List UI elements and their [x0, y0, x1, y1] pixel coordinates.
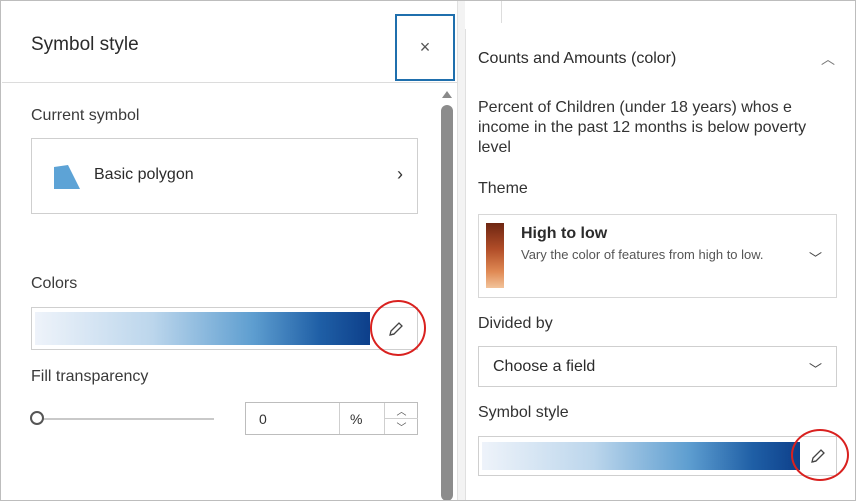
current-symbol-label: Current symbol: [31, 107, 140, 124]
panel-header: Symbol style ×: [2, 2, 457, 83]
current-symbol-name: Basic polygon: [94, 166, 194, 183]
chevron-down-icon[interactable]: ﹀: [385, 419, 418, 434]
scrollbar[interactable]: [441, 91, 453, 500]
theme-select[interactable]: High to low Vary the color of features f…: [478, 214, 837, 298]
panel-title: Symbol style: [31, 34, 139, 55]
fill-transparency-label: Fill transparency: [31, 368, 149, 385]
polygon-icon: [54, 165, 80, 189]
chevron-right-icon: ›: [397, 164, 403, 184]
transparency-value[interactable]: 0: [259, 411, 267, 427]
color-ramp-field[interactable]: [31, 307, 418, 350]
chevron-up-icon[interactable]: ︿: [385, 403, 418, 419]
chevron-up-icon[interactable]: ︿: [821, 49, 835, 69]
transparency-input[interactable]: 0 % ︿ ﹀: [245, 402, 418, 435]
section-title: Counts and Amounts (color): [478, 50, 677, 67]
percent-unit: %: [350, 411, 363, 427]
app-frame: Symbol style × Current symbol Basic poly…: [0, 0, 856, 501]
symbol-style-ramp[interactable]: [478, 436, 837, 476]
symbol-style-panel: Symbol style × Current symbol Basic poly…: [2, 2, 457, 500]
highlight-circle: [791, 429, 849, 481]
transparency-slider-track[interactable]: [39, 418, 214, 420]
chevron-down-icon: ﹀: [808, 251, 822, 266]
highlight-circle: [370, 300, 426, 356]
divided-by-label: Divided by: [478, 315, 553, 332]
symbol-style-label: Symbol style: [478, 404, 569, 421]
colors-label: Colors: [31, 275, 78, 292]
top-strip: [465, 1, 855, 29]
scrollbar-thumb[interactable]: [441, 105, 453, 500]
theme-swatch: [486, 223, 504, 288]
chevron-down-icon: ﹀: [808, 362, 822, 377]
separator: [339, 403, 340, 434]
divided-by-value: Choose a field: [493, 358, 596, 375]
theme-description: Vary the color of features from high to …: [521, 247, 764, 262]
close-icon: ×: [419, 37, 431, 57]
transparency-slider-handle[interactable]: [30, 411, 44, 425]
separator: [501, 1, 502, 23]
panel-body: Current symbol Basic polygon › Colors Fi…: [2, 83, 457, 500]
attribute-description: Percent of Children (under 18 years) who…: [478, 99, 807, 156]
divided-by-select[interactable]: Choose a field ﹀: [478, 346, 837, 387]
close-button[interactable]: ×: [395, 14, 455, 81]
style-options-panel: Counts and Amounts (color) ︿ Percent of …: [465, 29, 855, 500]
color-ramp-swatch: [482, 442, 800, 470]
color-ramp-swatch: [35, 312, 370, 345]
current-symbol-button[interactable]: Basic polygon ›: [31, 138, 418, 214]
scroll-up-arrow[interactable]: [442, 91, 452, 98]
transparency-stepper[interactable]: ︿ ﹀: [385, 403, 418, 434]
theme-label: Theme: [478, 180, 528, 197]
theme-name: High to low: [521, 225, 608, 242]
